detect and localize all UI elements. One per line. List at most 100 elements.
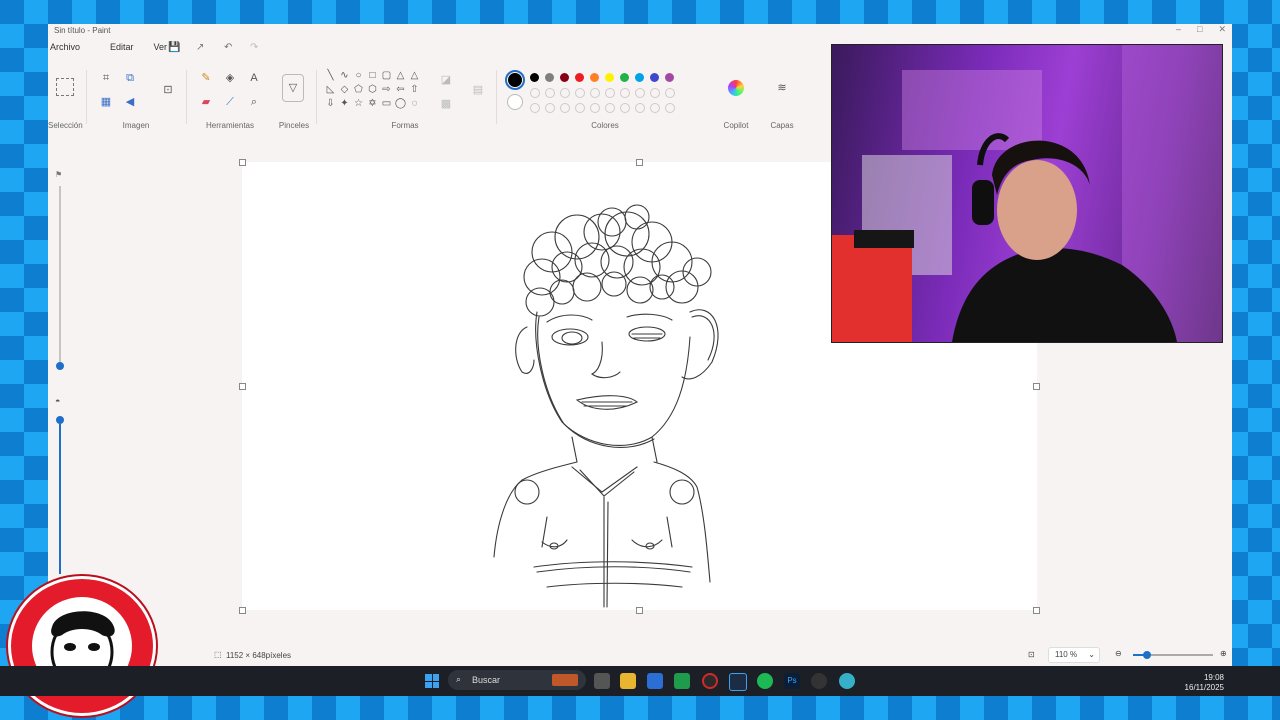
resize-handle-left[interactable] — [239, 383, 246, 390]
start-button[interactable] — [425, 674, 439, 688]
color-swatch[interactable] — [665, 73, 674, 82]
fit-screen-icon[interactable]: ⊡ — [1028, 650, 1035, 659]
color-swatch[interactable] — [560, 88, 570, 98]
polygon-icon[interactable]: △ — [394, 70, 407, 81]
task-view-icon[interactable] — [594, 673, 610, 689]
zoom-slider-knob[interactable] — [1143, 651, 1151, 659]
resize-handle-bl[interactable] — [239, 607, 246, 614]
line-icon[interactable]: ╲ — [324, 70, 337, 81]
callout-oval-icon[interactable]: ◯ — [394, 98, 407, 109]
custom-color-slot[interactable] — [560, 103, 570, 113]
excel-icon[interactable] — [674, 673, 690, 689]
right-triangle-icon[interactable]: ◺ — [324, 84, 337, 95]
primary-color[interactable] — [505, 70, 525, 90]
magnifier-icon[interactable]: ⌕ — [246, 94, 262, 110]
triangle-icon[interactable]: △ — [408, 70, 421, 81]
shape-size-icon[interactable]: ▤ — [470, 82, 486, 98]
arrow-left-icon[interactable]: ⇦ — [394, 84, 407, 95]
color-swatch[interactable] — [650, 88, 660, 98]
pencil-icon[interactable]: ✎ — [198, 70, 214, 86]
color-swatch[interactable] — [620, 73, 629, 82]
share-icon[interactable]: ↗ — [196, 42, 204, 53]
opacity-slider-knob[interactable] — [56, 416, 64, 424]
custom-color-slot[interactable] — [650, 103, 660, 113]
fill-shape-icon[interactable]: ▩ — [438, 96, 454, 112]
eraser-icon[interactable]: ▰ — [198, 94, 214, 110]
color-swatch[interactable] — [530, 73, 539, 82]
color-swatch[interactable] — [575, 73, 584, 82]
opera-icon[interactable] — [702, 673, 718, 689]
minimize-icon[interactable]: – — [1176, 24, 1181, 35]
maximize-icon[interactable]: □ — [1197, 24, 1202, 35]
arrow-up-icon[interactable]: ⇧ — [408, 84, 421, 95]
edit-colors-icon[interactable] — [728, 80, 744, 96]
zoom-in-icon[interactable]: ⊕ — [1220, 649, 1227, 658]
menu-archivo[interactable]: Archivo — [48, 42, 88, 56]
callout-rect-icon[interactable]: ▭ — [380, 98, 393, 109]
color-swatch[interactable] — [605, 88, 615, 98]
diamond-icon[interactable]: ◇ — [338, 84, 351, 95]
image-select-icon[interactable]: ▦ — [98, 94, 114, 110]
hexagon-icon[interactable]: ⬡ — [366, 84, 379, 95]
custom-color-slot[interactable] — [620, 103, 630, 113]
curve-icon[interactable]: ∿ — [338, 70, 351, 81]
color-swatch[interactable] — [545, 73, 554, 82]
color-picker-icon[interactable]: ⟋ — [222, 94, 238, 110]
color-swatch[interactable] — [605, 73, 614, 82]
resize-handle-tl[interactable] — [239, 159, 246, 166]
obs-icon[interactable] — [811, 673, 827, 689]
vegas-icon[interactable] — [729, 673, 747, 691]
save-icon[interactable]: 💾 — [168, 42, 180, 53]
mail-icon[interactable] — [647, 673, 663, 689]
resize-handle-top[interactable] — [636, 159, 643, 166]
selection-icon[interactable] — [56, 78, 74, 96]
resize-handle-right[interactable] — [1033, 383, 1040, 390]
crop-icon[interactable]: ⌗ — [98, 70, 114, 86]
spotify-icon[interactable] — [757, 673, 773, 689]
star6-icon[interactable]: ✡ — [366, 98, 379, 109]
layers-icon[interactable]: ≋ — [774, 80, 790, 96]
taskbar-search[interactable]: ⌕ Buscar — [448, 670, 586, 690]
custom-color-slot[interactable] — [545, 103, 555, 113]
custom-color-slot[interactable] — [530, 103, 540, 113]
rotate-icon[interactable]: ◀ — [122, 94, 138, 110]
rectangle-icon[interactable]: □ — [366, 70, 379, 81]
color-swatch[interactable] — [590, 88, 600, 98]
text-icon[interactable]: A — [246, 70, 262, 86]
color-swatch[interactable] — [530, 88, 540, 98]
star5-icon[interactable]: ☆ — [352, 98, 365, 109]
rounded-rect-icon[interactable]: ▢ — [380, 70, 393, 81]
oval-icon[interactable]: ○ — [352, 70, 365, 81]
resize-handle-bottom[interactable] — [636, 607, 643, 614]
resize-handle-br[interactable] — [1033, 607, 1040, 614]
outline-icon[interactable]: ◪ — [438, 72, 454, 88]
color-swatch[interactable] — [545, 88, 555, 98]
background-remove-icon[interactable]: ⊡ — [160, 82, 176, 98]
zoom-out-icon[interactable]: ⊖ — [1115, 649, 1122, 658]
custom-color-slot[interactable] — [590, 103, 600, 113]
close-icon[interactable]: ✕ — [1218, 24, 1226, 35]
menu-editar[interactable]: Editar — [108, 42, 142, 56]
arrow-down-icon[interactable]: ⇩ — [324, 98, 337, 109]
zoom-select[interactable]: 110 % ⌄ — [1048, 647, 1100, 663]
secondary-color[interactable] — [507, 94, 523, 110]
callout-cloud-icon[interactable]: ◌ — [408, 98, 421, 109]
custom-color-slot[interactable] — [575, 103, 585, 113]
custom-color-slot[interactable] — [665, 103, 675, 113]
clock[interactable]: 19:08 16/11/2025 — [1185, 673, 1224, 693]
star4-icon[interactable]: ✦ — [338, 98, 351, 109]
custom-color-slot[interactable] — [635, 103, 645, 113]
size-slider-knob[interactable] — [56, 362, 64, 370]
brush-icon[interactable]: ▽ — [282, 74, 304, 102]
redo-icon[interactable]: ↷ — [250, 42, 258, 53]
color-swatch[interactable] — [620, 88, 630, 98]
custom-color-slot[interactable] — [605, 103, 615, 113]
color-swatch[interactable] — [665, 88, 675, 98]
color-swatch[interactable] — [635, 88, 645, 98]
zoom-slider[interactable] — [1133, 651, 1213, 659]
photoshop-icon[interactable]: Ps — [784, 673, 800, 689]
pentagon-icon[interactable]: ⬠ — [352, 84, 365, 95]
brush-size-slider[interactable]: ⚑ ◓ — [48, 164, 72, 574]
file-explorer-icon[interactable] — [620, 673, 636, 689]
undo-icon[interactable]: ↶ — [224, 42, 232, 53]
